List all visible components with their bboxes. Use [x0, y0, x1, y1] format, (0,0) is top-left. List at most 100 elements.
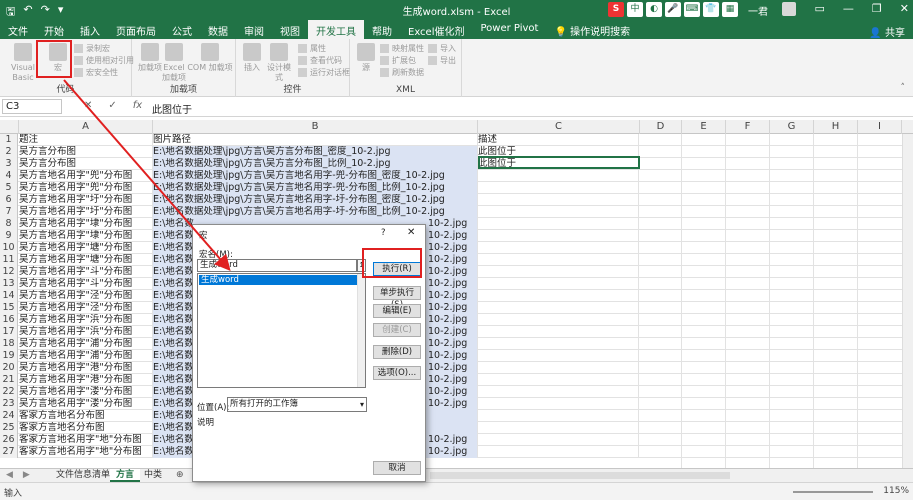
row-header[interactable]: 15 — [0, 302, 18, 314]
close-icon[interactable]: ✕ — [900, 2, 909, 15]
cell-c[interactable] — [478, 338, 639, 350]
cell-c[interactable] — [478, 422, 639, 434]
minimize-icon[interactable]: — — [843, 2, 854, 15]
cell-c[interactable] — [478, 410, 639, 422]
tab-insert[interactable]: 插入 — [72, 20, 108, 39]
cell-a[interactable]: 吴方言地名用字"埭"分布图 — [19, 218, 153, 230]
location-select[interactable]: 所有打开的工作簿 ▾ — [227, 397, 367, 412]
cell-c[interactable] — [478, 374, 639, 386]
macro-security-button[interactable]: 宏安全性 — [74, 67, 118, 78]
sheet-tab-file-list[interactable]: 文件信息清单 — [50, 469, 116, 482]
xml-source-button[interactable]: 源 — [356, 43, 376, 73]
cell-b[interactable]: E:\地名数据处理\jpg\方言\吴方言分布图_密度_10-2.jpg — [153, 146, 478, 158]
sheet-next-icon[interactable]: ▶ — [23, 470, 30, 480]
row-header[interactable]: 21 — [0, 374, 18, 386]
options-button[interactable]: 选项(O)... — [373, 366, 421, 380]
cell-a[interactable]: 吴方言地名用字"斗"分布图 — [19, 278, 153, 290]
row-header[interactable]: 19 — [0, 350, 18, 362]
cell-c[interactable] — [478, 278, 639, 290]
tab-page-layout[interactable]: 页面布局 — [108, 20, 164, 39]
cell-a[interactable]: 吴方言分布图 — [19, 158, 153, 170]
sheet-tab-dialect[interactable]: 方言 — [110, 469, 141, 482]
toolbar-icon-4[interactable]: ⌨ — [684, 2, 700, 17]
ribbon-display-icon[interactable]: ▭ — [815, 2, 825, 15]
tab-excel-catalyst[interactable]: Excel催化剂 — [400, 20, 473, 39]
sheet-tab-category[interactable]: 中类 — [138, 469, 168, 482]
row-header[interactable]: 25 — [0, 422, 18, 434]
refresh-data-button[interactable]: 刷新数据 — [380, 67, 424, 78]
cell-c[interactable] — [478, 242, 639, 254]
tab-review[interactable]: 审阅 — [236, 20, 272, 39]
cell-a[interactable]: 客家方言地名分布图 — [19, 422, 153, 434]
excel-addins-button[interactable]: Excel 加载项 — [162, 43, 186, 83]
design-mode-button[interactable]: 设计模式 — [264, 43, 294, 83]
cell-b[interactable]: E:\地名数据处理\jpg\方言\吴方言地名用字-兜-分布图_比例_10-2.j… — [153, 182, 478, 194]
cell-a[interactable]: 客家方言地名分布图 — [19, 410, 153, 422]
toolbar-icon-5[interactable]: 👕 — [703, 2, 719, 17]
row-header[interactable]: 5 — [0, 182, 18, 194]
row-header[interactable]: 22 — [0, 386, 18, 398]
vertical-scrollbar[interactable] — [902, 134, 913, 468]
toolbar-icon-6[interactable]: ▦ — [722, 2, 738, 17]
cancel-entry-icon[interactable]: ✕ — [84, 100, 92, 111]
cell-a[interactable]: 吴方言地名用字"圩"分布图 — [19, 206, 153, 218]
cell-c[interactable]: 描述 — [478, 134, 639, 146]
toolbar-icon-2[interactable]: ◐ — [646, 2, 662, 17]
cell-b[interactable]: E:\地名数据处理\jpg\方言\吴方言地名用字-圩-分布图_密度_10-2.j… — [153, 194, 478, 206]
column-header-c[interactable]: C — [478, 120, 640, 134]
macro-name-input[interactable]: 生成word — [197, 259, 357, 272]
confirm-entry-icon[interactable]: ✓ — [108, 100, 116, 111]
macro-list-item[interactable]: 生成word — [199, 275, 357, 285]
share-button[interactable]: 👤 共享 — [869, 24, 905, 39]
row-header[interactable]: 4 — [0, 170, 18, 182]
row-header[interactable]: 18 — [0, 338, 18, 350]
tab-developer[interactable]: 开发工具 — [308, 20, 364, 39]
cell-a[interactable]: 客家方言地名用字"地"分布图 — [19, 434, 153, 446]
name-box[interactable]: C3 — [2, 99, 62, 114]
cell-a[interactable]: 吴方言地名用字"浜"分布图 — [19, 326, 153, 338]
row-header[interactable]: 8 — [0, 218, 18, 230]
cell-a[interactable]: 题注 — [19, 134, 153, 146]
sheet-prev-icon[interactable]: ◀ — [6, 470, 13, 480]
row-header[interactable]: 12 — [0, 266, 18, 278]
cell-b[interactable]: E:\地名数据处理\jpg\方言\吴方言分布图_比例_10-2.jpg — [153, 158, 478, 170]
row-header[interactable]: 16 — [0, 314, 18, 326]
cell-c[interactable] — [478, 290, 639, 302]
row-header[interactable]: 13 — [0, 278, 18, 290]
create-button[interactable]: 创建(C) — [373, 323, 421, 337]
row-header[interactable]: 24 — [0, 410, 18, 422]
toolbar-icon-1[interactable]: 中 — [627, 2, 643, 17]
horizontal-scrollbar[interactable] — [430, 472, 730, 479]
dialog-close-icon[interactable]: ✕ — [407, 227, 415, 238]
cell-c[interactable] — [478, 446, 639, 458]
insert-function-icon[interactable]: fx — [133, 100, 142, 111]
user-name[interactable]: 一君 — [748, 3, 768, 18]
worksheet-grid[interactable]: A B C D E F G H I 1 题注 图片路径 描述 2 吴方言分布图 E:\地名数… — [0, 120, 913, 468]
column-header-b[interactable]: B — [153, 120, 478, 134]
column-header-h[interactable]: H — [814, 120, 858, 134]
cell-c[interactable] — [478, 194, 639, 206]
row-header[interactable]: 14 — [0, 290, 18, 302]
cell-a[interactable]: 吴方言地名用字"兜"分布图 — [19, 182, 153, 194]
cell-a[interactable]: 吴方言地名用字"浦"分布图 — [19, 350, 153, 362]
tab-file[interactable]: 文件 — [0, 20, 36, 39]
export-button[interactable]: 导出 — [428, 55, 456, 66]
delete-button[interactable]: 删除(D) — [373, 345, 421, 359]
cell-a[interactable]: 吴方言地名用字"埭"分布图 — [19, 230, 153, 242]
cell-a[interactable]: 吴方言地名用字"港"分布图 — [19, 374, 153, 386]
row-header[interactable]: 27 — [0, 446, 18, 458]
tab-formulas[interactable]: 公式 — [164, 20, 200, 39]
tab-home[interactable]: 开始 — [36, 20, 72, 39]
row-header[interactable]: 11 — [0, 254, 18, 266]
tab-view[interactable]: 视图 — [272, 20, 308, 39]
expansion-packs-button[interactable]: 扩展包 — [380, 55, 416, 66]
row-header[interactable]: 3 — [0, 158, 18, 170]
cell-a[interactable]: 吴方言地名用字"塘"分布图 — [19, 242, 153, 254]
relative-ref-button[interactable]: 使用相对引用 — [74, 55, 134, 66]
zoom-slider[interactable] — [793, 491, 873, 493]
record-macro-button[interactable]: 录制宏 — [74, 43, 110, 54]
tab-power-pivot[interactable]: Power Pivot — [473, 20, 547, 39]
row-header[interactable]: 23 — [0, 398, 18, 410]
tab-help[interactable]: 帮助 — [364, 20, 400, 39]
cell-c[interactable] — [478, 314, 639, 326]
